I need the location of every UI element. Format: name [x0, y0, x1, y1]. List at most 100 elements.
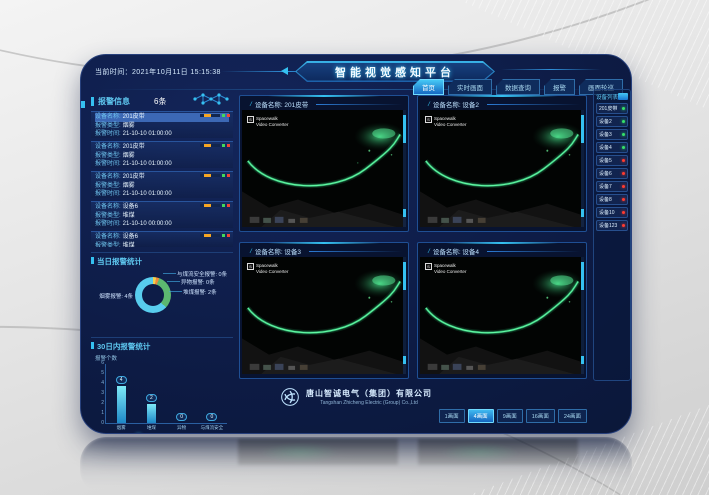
monthly-stats-title: 30日内报警统计	[91, 338, 233, 352]
video-panel-header: /设备名称: 设备2	[420, 98, 584, 110]
edge-marker	[81, 101, 85, 108]
device-item[interactable]: 设备10	[596, 207, 628, 218]
bar-value-badge: 4	[116, 376, 127, 384]
video-title: 设备名称: 设备2	[433, 99, 479, 109]
video-panel-4: /设备名称: 设备4 S	[417, 242, 587, 379]
device-item[interactable]: 设备2	[596, 116, 628, 127]
watermark: S SpacewalkVideo Converter	[247, 263, 288, 274]
x-axis-label: 与煤流安全	[201, 425, 224, 431]
scrollbar-thumb[interactable]	[581, 209, 584, 217]
video-stream[interactable]: S SpacewalkVideo Converter	[420, 257, 584, 374]
status-indicators	[200, 234, 230, 237]
nav-query-button[interactable]: 数据查询	[496, 79, 540, 95]
status-indicators	[200, 174, 230, 177]
scrollbar-thumb[interactable]	[581, 356, 584, 364]
donut-label: 与煤流安全报警: 0条	[177, 270, 227, 278]
view-24-button[interactable]: 24画面	[558, 409, 587, 423]
view-16-button[interactable]: 16画面	[526, 409, 555, 423]
section-tick	[91, 97, 94, 106]
alarm-list-item[interactable]: 设备名称:设备6 报警类型:堆煤 报警时间:21-10-10 00:00:00	[91, 201, 233, 228]
left-sidebar: 报警信息 6条 设备名称:201皮带 报警类型:烟雾 报警时间:21-10-10…	[91, 95, 233, 433]
device-item[interactable]: 201皮带	[596, 103, 628, 114]
bar-value-badge: 0	[176, 413, 187, 421]
leader-line	[169, 291, 182, 292]
video-frame-image	[420, 257, 584, 374]
nav-home-button[interactable]: 首页	[413, 79, 444, 95]
donut-label: 异物报警: 0条	[181, 278, 215, 286]
video-panel-header: /设备名称: 201皮带	[242, 98, 406, 110]
scrollbar-thumb[interactable]	[403, 356, 406, 364]
alarm-count: 6条	[154, 96, 166, 107]
status-indicators	[200, 204, 230, 207]
video-stream[interactable]: S SpacewalkVideo Converter	[242, 110, 406, 227]
x-axis-label: 异物	[177, 425, 186, 431]
device-item[interactable]: 设备6	[596, 168, 628, 179]
view-9-button[interactable]: 9画面	[497, 409, 523, 423]
scrollbar-thumb[interactable]	[403, 209, 406, 217]
alarm-list-item[interactable]: 设备名称:201皮带 报警类型:烟雾 报警时间:21-10-10 01:00:0…	[91, 111, 233, 138]
video-title: 设备名称: 201皮带	[255, 99, 308, 109]
status-dot	[622, 224, 625, 227]
video-stream[interactable]: S SpacewalkVideo Converter	[242, 257, 406, 374]
alarm-list-item[interactable]: 设备名称:设备6 报警类型:堆煤	[91, 231, 233, 247]
today-stats-section: 当日报警统计 与煤流安全报警: 0条 异物报警: 0条 堆煤报警: 2条 烟雾报…	[91, 252, 233, 332]
status-dot	[622, 120, 625, 123]
monthly-stats-section: 30日内报警统计 报警个数 65 43 21 0 4 烟雾 2	[91, 337, 233, 434]
leader-line	[167, 281, 180, 282]
view-4-button[interactable]: 4画面	[468, 409, 494, 423]
today-stats-title: 当日报警统计	[91, 253, 233, 267]
time-value: 21-10-10 01:00:00	[123, 131, 172, 137]
dashboard-panel: 当前时间：2021年10月11日 15:15:38 智能视觉感知平台 首页 实时…	[80, 54, 632, 434]
status-dot	[622, 133, 625, 136]
device-item[interactable]: 设备4	[596, 142, 628, 153]
video-panel-1: /设备名称: 201皮带	[239, 95, 409, 232]
video-panel-2: /设备名称: 设备2 S	[417, 95, 587, 232]
panel-reflection	[80, 437, 632, 495]
alarm-list-item[interactable]: 设备名称:201皮带 报警类型:烟雾 报警时间:21-10-10 01:00:0…	[91, 171, 233, 198]
video-frame-image	[420, 110, 584, 227]
video-stream[interactable]: S SpacewalkVideo Converter	[420, 110, 584, 227]
video-frame-image	[242, 110, 406, 227]
video-title: 设备名称: 设备4	[433, 246, 479, 256]
device-list-tab[interactable]	[618, 93, 628, 100]
device-item[interactable]: 设备8	[596, 194, 628, 205]
scrollbar-thumb[interactable]	[581, 115, 584, 143]
device-item[interactable]: 设备3	[596, 129, 628, 140]
device-item[interactable]: 设备123	[596, 220, 628, 231]
converter-logo-icon: S	[247, 263, 254, 270]
current-time: 当前时间：2021年10月11日 15:15:38	[95, 67, 221, 77]
video-grid: /设备名称: 201皮带	[239, 95, 587, 379]
video-panel-header: /设备名称: 设备3	[242, 245, 406, 257]
donut-chart	[135, 277, 171, 313]
leader-line	[163, 273, 176, 274]
view-1-button[interactable]: 1画面	[439, 409, 465, 423]
slash-decoration: /	[428, 248, 430, 255]
y-axis-label: 报警个数	[95, 354, 233, 362]
converter-logo-icon: S	[425, 116, 432, 123]
nav-live-button[interactable]: 实时画面	[448, 79, 492, 95]
device-item[interactable]: 设备5	[596, 155, 628, 166]
status-dot	[622, 185, 625, 188]
converter-logo-icon: S	[425, 263, 432, 270]
device-item[interactable]: 设备7	[596, 181, 628, 192]
scrollbar-thumb[interactable]	[581, 262, 584, 290]
video-panel-header: /设备名称: 设备4	[420, 245, 584, 257]
alarm-list-item[interactable]: 设备名称:201皮带 报警类型:烟雾 报警时间:21-10-10 01:00:0…	[91, 141, 233, 168]
status-dot	[622, 172, 625, 175]
network-topology-icon	[191, 91, 233, 107]
status-dot	[622, 211, 625, 214]
scrollbar-thumb[interactable]	[403, 262, 406, 290]
nav-alarm-button[interactable]: 报警	[544, 79, 575, 95]
x-axis-label: 烟雾	[117, 425, 126, 431]
slash-decoration: /	[250, 101, 252, 108]
type-label: 报警类型:	[95, 123, 121, 129]
x-axis-label: 堆煤	[147, 425, 156, 431]
status-indicators	[200, 114, 230, 117]
bar-value-badge: 0	[206, 413, 217, 421]
company-logo-icon	[280, 387, 300, 407]
top-nav: 首页 实时画面 数据查询 报警 画面轮巡	[413, 79, 623, 95]
video-frame-image	[242, 257, 406, 374]
scrollbar-thumb[interactable]	[403, 115, 406, 143]
scrollbar	[403, 110, 406, 227]
company-name-en: Tangshan Zhicheng Electric (Group) Co.,L…	[306, 400, 432, 406]
